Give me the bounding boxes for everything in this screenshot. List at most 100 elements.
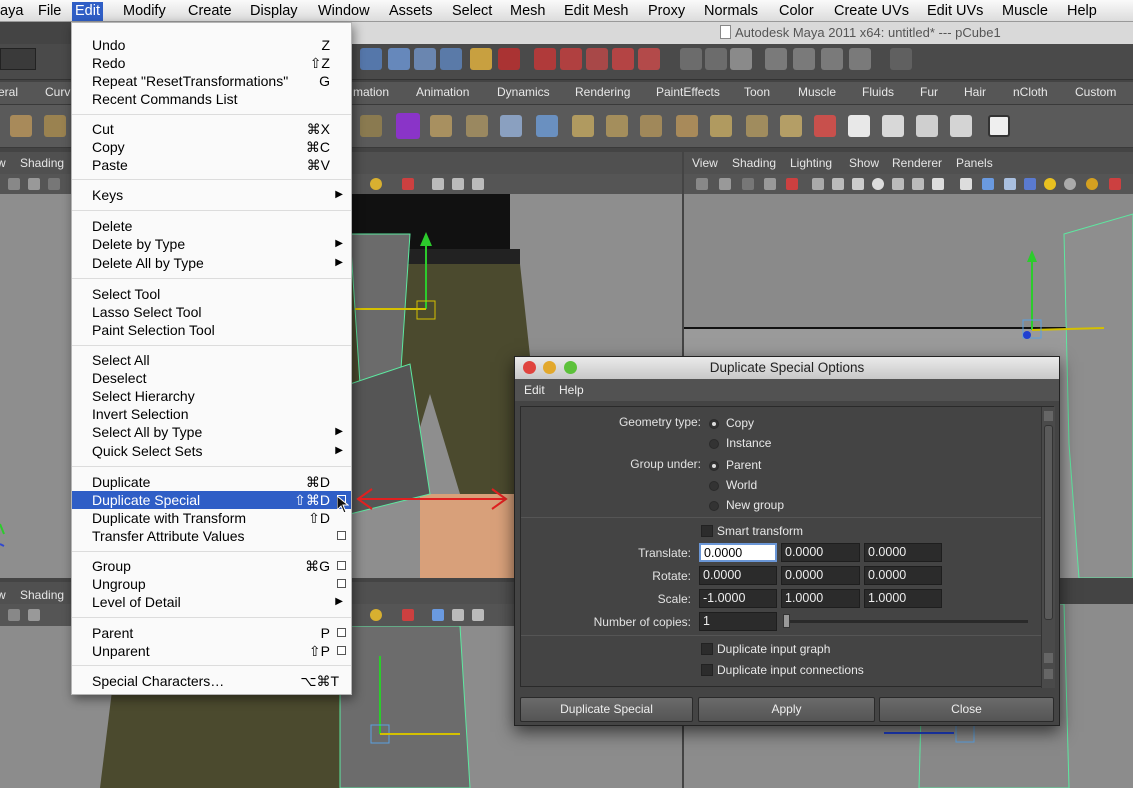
extrude-icon[interactable] [430, 115, 452, 137]
panel-menu-view[interactable]: w [0, 588, 6, 602]
panel-menu-lighting[interactable]: Lighting [790, 156, 832, 170]
tool-settings-icon[interactable] [793, 48, 815, 70]
hud-icon[interactable] [472, 609, 484, 621]
duplicate-input-connections-checkbox[interactable] [701, 664, 713, 676]
spherical-map-icon[interactable] [950, 115, 972, 137]
rotate-x-field[interactable]: 0.0000 [699, 566, 777, 585]
shelf-tab-fur[interactable]: Fur [920, 85, 938, 99]
planar-map-icon[interactable] [882, 115, 904, 137]
menu-item-quick-select-sets[interactable]: Quick Select Sets ▶ [72, 442, 351, 460]
scroll-up-arrow-icon[interactable] [1044, 411, 1053, 421]
menu-normals[interactable]: Normals [701, 2, 761, 21]
menu-muscle[interactable]: Muscle [999, 2, 1051, 21]
shelf-tab-ncloth[interactable]: nCloth [1013, 85, 1048, 99]
translate-y-field[interactable]: 0.0000 [781, 543, 860, 562]
duplicate-input-graph-checkbox[interactable] [701, 643, 713, 655]
duplicate-face-icon[interactable] [746, 115, 768, 137]
snap-curve-icon[interactable] [388, 48, 410, 70]
shelf-tab-rendering[interactable]: Rendering [575, 85, 630, 99]
isolate-icon[interactable] [432, 178, 444, 190]
shelf-tab-animation[interactable]: Animation [416, 85, 469, 99]
menu-item-copy[interactable]: Copy ⌘C [72, 138, 351, 156]
xray-icon[interactable] [402, 178, 414, 190]
menu-file[interactable]: File [35, 2, 64, 21]
menu-item-delete-by-type[interactable]: Delete by Type ▶ [72, 235, 351, 253]
menu-create-uvs[interactable]: Create UVs [831, 2, 912, 21]
snap-grid-icon[interactable] [360, 48, 382, 70]
smooth-shade-icon[interactable] [832, 178, 844, 190]
wedge-icon[interactable] [640, 115, 662, 137]
scale-z-field[interactable]: 1.0000 [864, 589, 942, 608]
lock-icon[interactable] [470, 48, 492, 70]
render-frame-icon[interactable] [638, 48, 660, 70]
shelf-tab-custom[interactable]: Custom [1075, 85, 1116, 99]
help-icon[interactable] [440, 48, 462, 70]
close-window-icon[interactable] [523, 361, 536, 374]
menu-item-parent[interactable]: Parent P [72, 624, 351, 642]
cylindrical-map-icon[interactable] [916, 115, 938, 137]
dialog-scrollbar[interactable] [1041, 407, 1055, 688]
light-icon[interactable] [370, 178, 382, 190]
menu-maya[interactable]: aya [0, 2, 26, 21]
shadows-icon[interactable] [912, 178, 924, 190]
panel-menu-view[interactable]: w [0, 156, 6, 170]
menu-item-level-of-detail[interactable]: Level of Detail ▶ [72, 593, 351, 611]
hud-icon[interactable] [472, 178, 484, 190]
menu-item-select-all[interactable]: Select All [72, 351, 351, 369]
hypershade-icon[interactable] [730, 48, 752, 70]
menu-item-duplicate[interactable]: Duplicate ⌘D [72, 473, 351, 491]
textured-icon[interactable] [872, 178, 884, 190]
menu-mesh[interactable]: Mesh [507, 2, 548, 21]
zoom-window-icon[interactable] [564, 361, 577, 374]
shelf-tab-general[interactable]: eral [0, 85, 18, 99]
film-gate-icon[interactable] [764, 178, 776, 190]
menu-item-redo[interactable]: Redo ⇧Z [72, 54, 351, 72]
menu-item-unparent[interactable]: Unparent ⇧P [72, 642, 351, 660]
shelf-tab-muscle[interactable]: Muscle [798, 85, 836, 99]
high-quality-icon[interactable] [1086, 178, 1098, 190]
menu-select[interactable]: Select [449, 2, 495, 21]
menu-color[interactable]: Color [776, 2, 817, 21]
option-box-icon[interactable] [337, 531, 346, 540]
shelf-tab-hair[interactable]: Hair [964, 85, 986, 99]
shelf-tab-dynamics[interactable]: Dynamics [497, 85, 550, 99]
frame-icon[interactable] [452, 609, 464, 621]
select-camera-icon[interactable] [786, 178, 798, 190]
scale-y-field[interactable]: 1.0000 [781, 589, 860, 608]
shelf-tab-fluids[interactable]: Fluids [862, 85, 894, 99]
bookmark-icon[interactable] [28, 178, 40, 190]
outliner-icon[interactable] [849, 48, 871, 70]
translate-x-field[interactable]: 0.0000 [699, 543, 777, 562]
menu-item-paste[interactable]: Paste ⌘V [72, 156, 351, 174]
scroll-down-arrow-icon[interactable] [1044, 669, 1053, 679]
dialog-menu-edit[interactable]: Edit [524, 383, 545, 397]
menu-item-ungroup[interactable]: Ungroup [72, 575, 351, 593]
rotate-y-field[interactable]: 0.0000 [781, 566, 860, 585]
menu-item-special-characters[interactable]: Special Characters… ⌥⌘T [72, 672, 351, 690]
menu-item-delete[interactable]: Delete [72, 217, 351, 235]
panel-menu-shading[interactable]: Shading [20, 588, 64, 602]
mode-dropdown[interactable] [0, 48, 36, 70]
xray-icon[interactable] [402, 609, 414, 621]
scale-x-field[interactable]: -1.0000 [699, 589, 777, 608]
shelf-tab-toon[interactable]: Toon [744, 85, 770, 99]
wireframe-icon[interactable] [812, 178, 824, 190]
attribute-editor-icon[interactable] [765, 48, 787, 70]
isolate-icon[interactable] [960, 178, 972, 190]
group-new-group-radio[interactable] [709, 501, 719, 511]
option-box-icon[interactable] [337, 579, 346, 588]
menu-item-select-tool[interactable]: Select Tool [72, 285, 351, 303]
shelf-tab-painteffects[interactable]: PaintEffects [656, 85, 720, 99]
grid-icon[interactable] [48, 178, 60, 190]
xray-active-icon[interactable] [1024, 178, 1036, 190]
apply-button[interactable]: Apply [698, 697, 875, 722]
snap-view-icon[interactable] [586, 48, 608, 70]
menu-item-duplicate-special[interactable]: Duplicate Special ⇧⌘D [72, 491, 351, 509]
purple-cube-icon[interactable] [396, 113, 420, 139]
render-settings-icon[interactable] [705, 48, 727, 70]
geometry-instance-radio[interactable] [709, 439, 719, 449]
shelf-tab-animation-partial[interactable]: mation [353, 85, 389, 99]
panel-menu-view[interactable]: View [692, 156, 718, 170]
panel-menu-shading[interactable]: Shading [732, 156, 776, 170]
ipr-icon[interactable] [680, 48, 702, 70]
